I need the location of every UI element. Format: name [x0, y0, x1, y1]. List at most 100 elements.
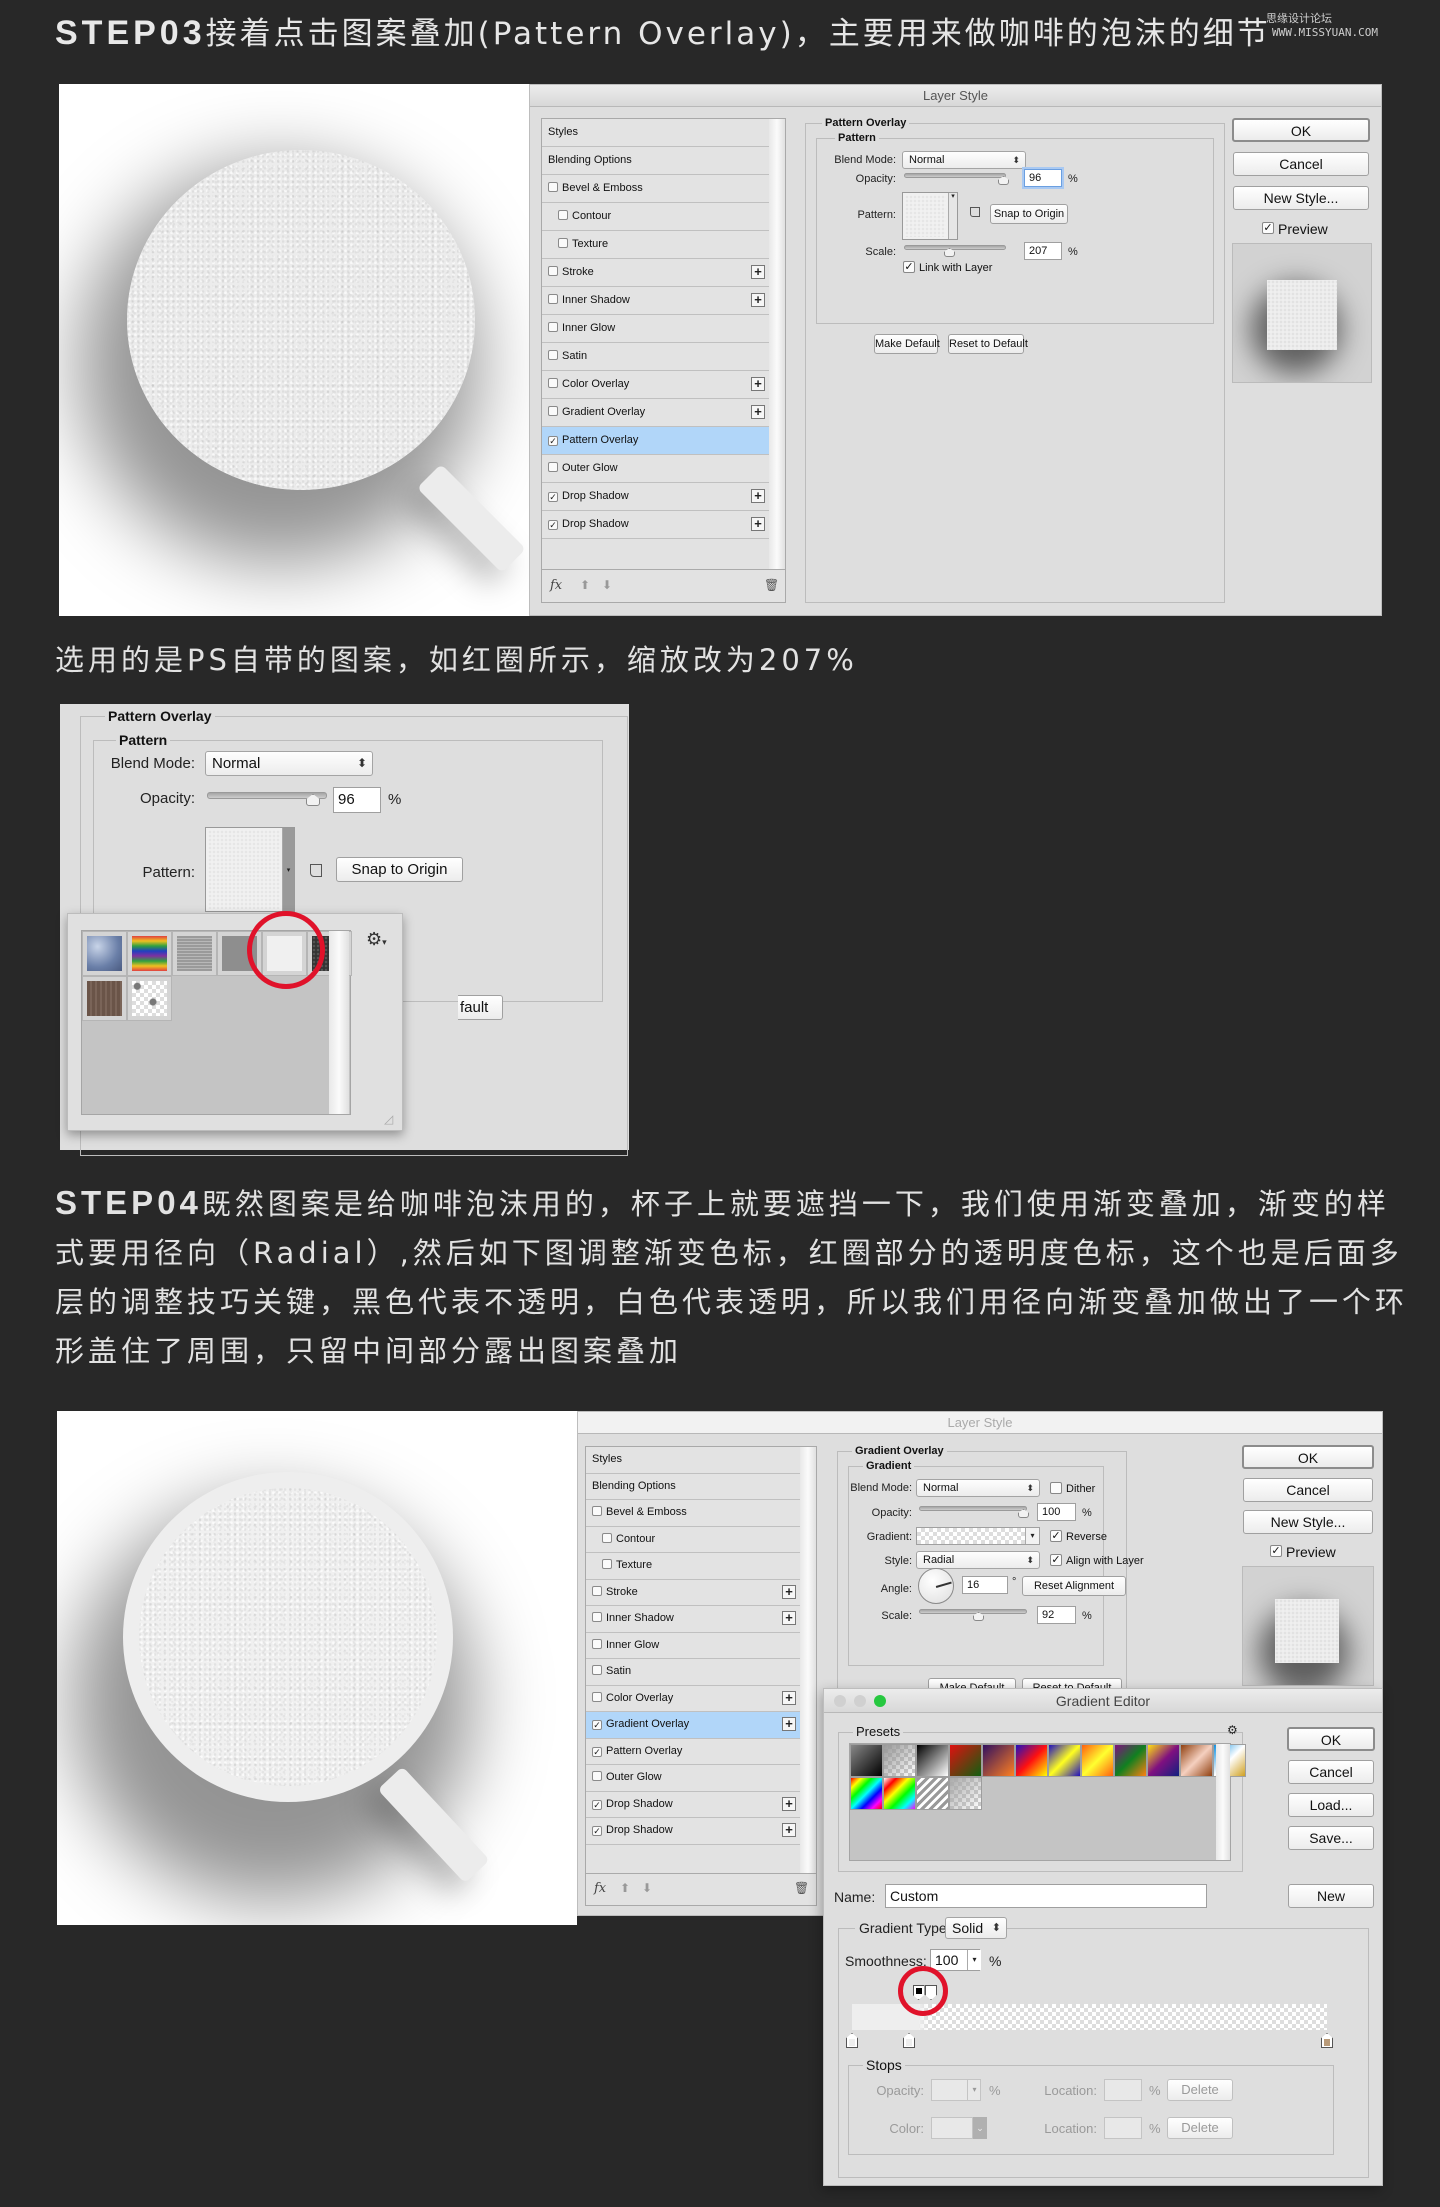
pattern-swatch[interactable]: [127, 976, 172, 1021]
add-effect-plus-icon[interactable]: +: [751, 265, 765, 279]
move-down-icon[interactable]: ⬇: [602, 578, 612, 592]
link-with-layer-checkbox[interactable]: ✓: [903, 261, 915, 273]
style-item-drop-shadow[interactable]: ✓ Drop Shadow +: [586, 1791, 800, 1818]
gradient-preset-swatch[interactable]: [949, 1777, 982, 1810]
style-item-inner-shadow[interactable]: Inner Shadow +: [586, 1606, 800, 1633]
style-item-pattern-overlay[interactable]: ✓ Pattern Overlay: [542, 427, 769, 455]
gradient-preset-swatch[interactable]: [1081, 1744, 1114, 1777]
gradient-picker[interactable]: ▾: [916, 1527, 1040, 1545]
checkbox[interactable]: [602, 1559, 612, 1569]
scale-slider[interactable]: [904, 245, 1006, 250]
gradient-preset-swatch[interactable]: [916, 1744, 949, 1777]
style-item-stroke[interactable]: Stroke +: [586, 1579, 800, 1606]
add-effect-plus-icon[interactable]: +: [782, 1584, 796, 1599]
add-effect-plus-icon[interactable]: +: [751, 377, 765, 391]
color-stop[interactable]: [903, 2033, 915, 2048]
style-item-drop-shadow[interactable]: ✓ Drop Shadow +: [586, 1818, 800, 1845]
preview-checkbox[interactable]: ✓: [1270, 1545, 1282, 1557]
style-item-inner-glow[interactable]: Inner Glow: [586, 1632, 800, 1659]
gradient-preset-swatch[interactable]: [850, 1744, 883, 1777]
ok-button[interactable]: OK: [1242, 1445, 1374, 1469]
style-item-drop-shadow[interactable]: ✓ Drop Shadow +: [542, 483, 769, 511]
style-item-bevel-emboss[interactable]: Bevel & Emboss: [586, 1500, 800, 1527]
gear-menu-icon[interactable]: ⚙▾: [366, 929, 387, 950]
style-item-contour[interactable]: Contour: [586, 1526, 800, 1553]
stop-opacity-dropdown-arrow[interactable]: ▾: [967, 2080, 981, 2100]
opacity-input[interactable]: 96: [1024, 169, 1062, 187]
stop-color-dropdown-arrow[interactable]: ⌄: [973, 2117, 987, 2139]
checkbox[interactable]: [592, 1638, 602, 1649]
blend-mode-select[interactable]: Normal ⬍: [902, 151, 1026, 169]
crop-pattern-picker[interactable]: ▾: [205, 827, 295, 912]
style-item-styles[interactable]: Styles: [586, 1447, 800, 1474]
checkbox[interactable]: [548, 350, 558, 360]
pattern-picker[interactable]: ▾: [902, 192, 958, 240]
checkbox[interactable]: [548, 322, 558, 332]
preview-checkbox[interactable]: ✓: [1262, 222, 1274, 234]
gradient-preset-swatch[interactable]: [982, 1744, 1015, 1777]
checkbox[interactable]: [592, 1585, 602, 1596]
style-item-styles[interactable]: Styles: [542, 119, 769, 147]
move-up-icon[interactable]: ⬆: [580, 578, 590, 592]
ge-cancel-button[interactable]: Cancel: [1288, 1760, 1374, 1784]
cancel-button[interactable]: Cancel: [1233, 152, 1369, 176]
scale-slider[interactable]: [919, 1609, 1027, 1614]
angle-input[interactable]: 16: [962, 1576, 1008, 1594]
checkbox[interactable]: [602, 1532, 612, 1543]
add-effect-plus-icon[interactable]: +: [782, 1796, 796, 1811]
pattern-swatch[interactable]: [82, 976, 127, 1021]
move-down-icon[interactable]: ⬇: [642, 1881, 652, 1895]
opacity-slider[interactable]: [904, 173, 1006, 178]
crop-partial-default-button[interactable]: fault: [458, 995, 503, 1020]
checkbox[interactable]: [592, 1665, 602, 1675]
checkbox-checked[interactable]: ✓: [592, 1746, 602, 1757]
style-item-inner-glow[interactable]: Inner Glow: [542, 315, 769, 343]
style-item-gradient-overlay[interactable]: ✓ Gradient Overlay +: [586, 1712, 800, 1739]
zoom-window-button[interactable]: [874, 1695, 886, 1707]
checkbox-checked[interactable]: ✓: [548, 492, 558, 502]
new-preset-icon[interactable]: [970, 207, 980, 217]
gradient-type-select[interactable]: Solid ⬍: [945, 1917, 1007, 1939]
reset-to-default-button[interactable]: Reset to Default: [948, 334, 1028, 354]
gear-menu-icon[interactable]: ⚙: [1227, 1723, 1238, 1737]
minimize-window-button[interactable]: [854, 1695, 866, 1707]
resize-grip-icon[interactable]: ◿: [384, 1112, 393, 1126]
crop-pattern-dropdown-arrow[interactable]: ▾: [282, 828, 294, 911]
snap-to-origin-button[interactable]: Snap to Origin: [990, 204, 1068, 224]
checkbox[interactable]: [548, 378, 558, 388]
ge-load-button[interactable]: Load...: [1288, 1793, 1374, 1817]
color-stop[interactable]: [1321, 2033, 1333, 2048]
checkbox-checked[interactable]: ✓: [548, 520, 558, 530]
gradient-preset-swatch[interactable]: [916, 1777, 949, 1810]
style-item-satin[interactable]: Satin: [586, 1659, 800, 1686]
angle-dial[interactable]: [918, 1568, 954, 1604]
presets-scrollbar[interactable]: [1216, 1744, 1230, 1860]
add-effect-plus-icon[interactable]: +: [751, 293, 765, 307]
ge-save-button[interactable]: Save...: [1288, 1826, 1374, 1850]
gradient-preset-swatch[interactable]: [949, 1744, 982, 1777]
add-effect-plus-icon[interactable]: +: [751, 489, 765, 503]
cancel-button[interactable]: Cancel: [1243, 1478, 1373, 1502]
trash-icon[interactable]: 🗑: [764, 578, 779, 592]
style-item-texture[interactable]: Texture: [586, 1553, 800, 1580]
gradient-dropdown-arrow[interactable]: ▾: [1025, 1528, 1039, 1544]
ge-new-button[interactable]: New: [1288, 1884, 1374, 1908]
style-item-pattern-overlay[interactable]: ✓ Pattern Overlay: [586, 1738, 800, 1765]
reset-alignment-button[interactable]: Reset Alignment: [1022, 1576, 1126, 1596]
checkbox[interactable]: [548, 182, 558, 192]
style-select[interactable]: Radial ⬍: [916, 1551, 1040, 1569]
blend-mode-select[interactable]: Normal ⬍: [916, 1479, 1040, 1497]
scale-input[interactable]: 92: [1037, 1606, 1076, 1624]
stop-color-swatch[interactable]: [931, 2117, 973, 2139]
styles-list-scrollbar[interactable]: [800, 1447, 816, 1873]
checkbox[interactable]: [592, 1691, 602, 1702]
checkbox[interactable]: [558, 238, 568, 248]
stop-opacity-delete-button[interactable]: Delete: [1167, 2079, 1233, 2101]
add-effect-plus-icon[interactable]: +: [782, 1690, 796, 1705]
style-item-outer-glow[interactable]: Outer Glow: [586, 1765, 800, 1792]
trash-icon[interactable]: 🗑: [794, 1881, 809, 1895]
stop-color-location-input[interactable]: [1104, 2117, 1142, 2139]
checkbox[interactable]: [548, 294, 558, 304]
add-effect-plus-icon[interactable]: +: [782, 1611, 796, 1626]
gradient-preset-swatch[interactable]: [1048, 1744, 1081, 1777]
